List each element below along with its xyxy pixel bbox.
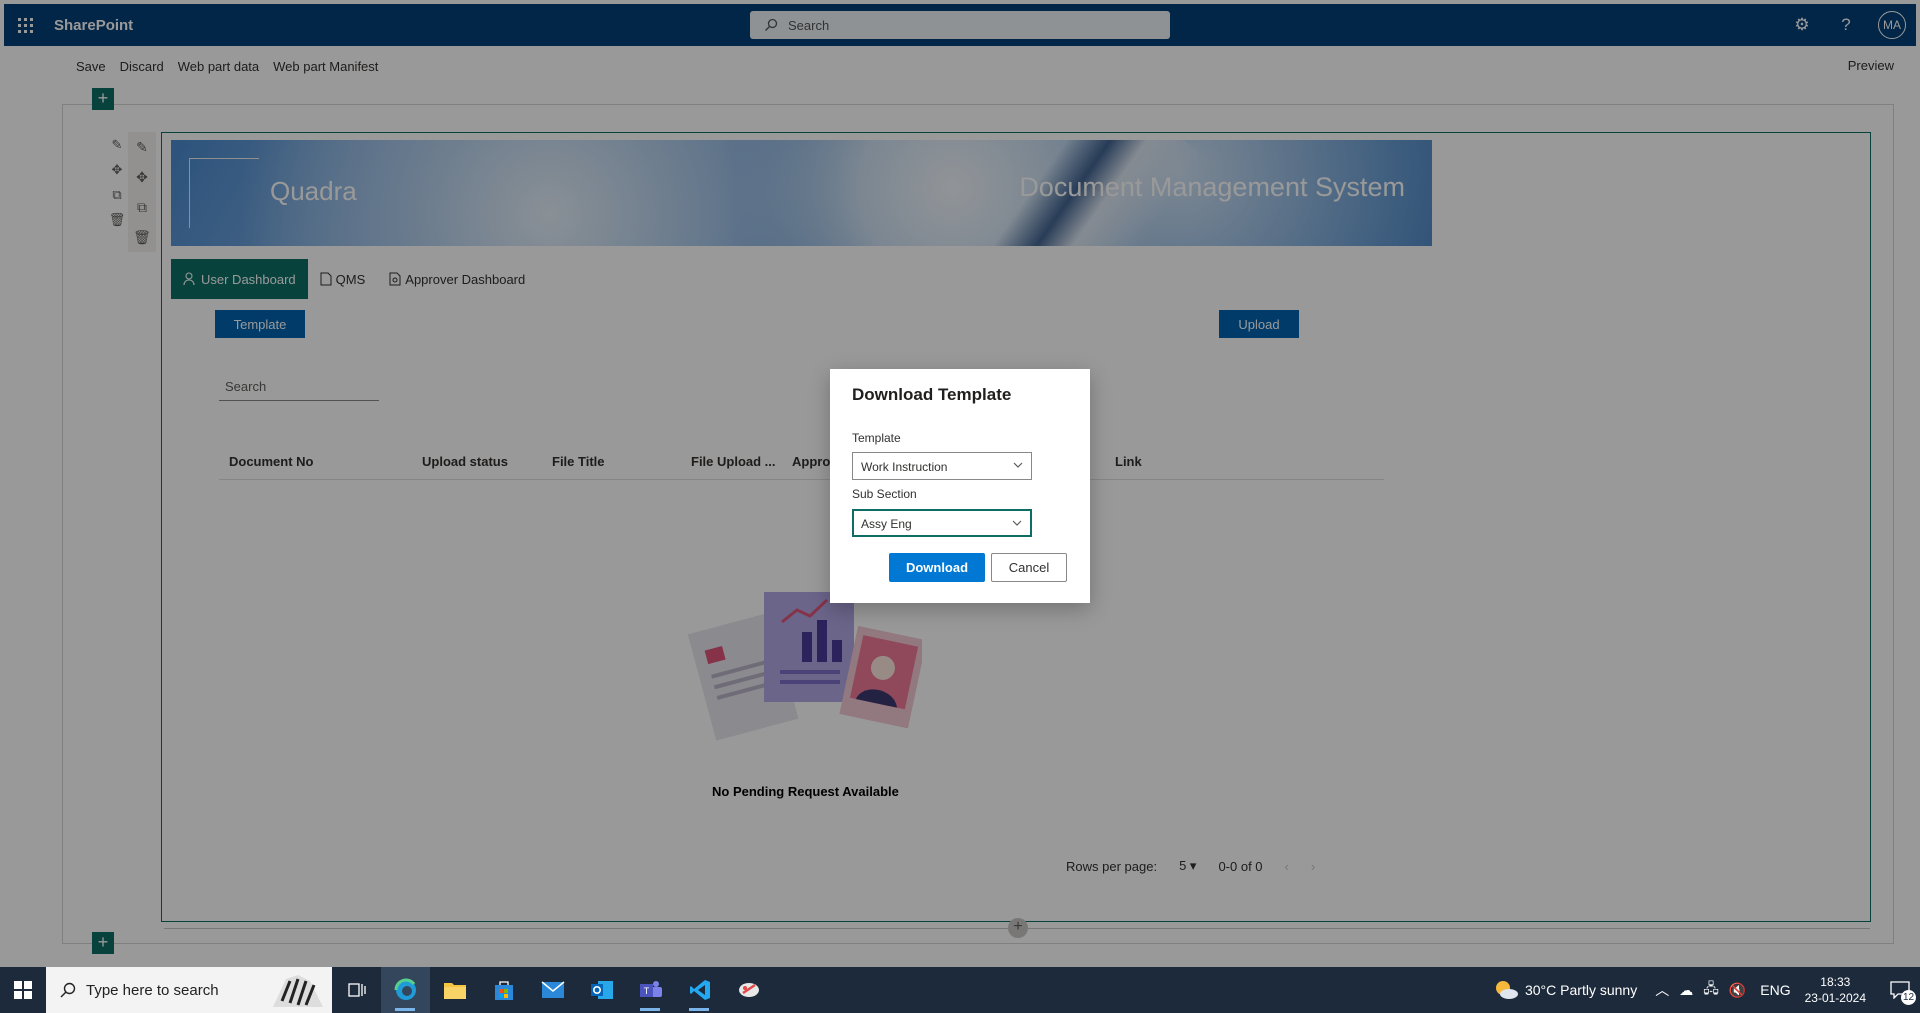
edge-browser-icon[interactable] [381,967,430,1013]
svg-text:T: T [643,986,649,996]
clock[interactable]: 18:33 23-01-2024 [1805,974,1866,1006]
weather-widget[interactable]: 30°C Partly sunny [1493,979,1637,1001]
mail-icon[interactable] [528,967,577,1013]
taskbar-search-text: Type here to search [86,981,219,999]
vscode-icon[interactable] [675,967,724,1013]
subsection-label: Sub Section [852,487,917,501]
windows-taskbar: Type here to search T 30°C Partly sunny … [0,967,1920,1013]
notification-badge: 12 [1901,990,1916,1005]
dialog-title: Download Template [852,385,1012,404]
network-icon[interactable]: 🖧 [1703,978,1719,1002]
cancel-button[interactable]: Cancel [991,553,1067,582]
notification-center-icon[interactable]: 12 [1880,967,1920,1013]
time: 18:33 [1820,975,1851,989]
taskbar-search-input[interactable]: Type here to search [46,967,332,1013]
subsection-dropdown-value: Assy Eng [861,517,912,531]
volume-muted-icon[interactable]: 🔇 [1729,982,1746,999]
template-dropdown[interactable]: Work Instruction [852,452,1032,480]
file-explorer-icon[interactable] [430,967,479,1013]
task-view-icon[interactable] [332,967,381,1013]
outlook-icon[interactable] [577,967,626,1013]
onedrive-cloud-icon[interactable]: ☁ [1679,982,1693,999]
sharepoint-window: SharePoint Search ⚙ ? MA Save Discard We… [0,0,1920,1013]
search-icon [60,982,76,998]
microsoft-store-icon[interactable] [479,967,528,1013]
template-label: Template [852,431,901,445]
system-tray: 30°C Partly sunny ︿ ☁ 🖧 🔇 ENG 18:33 23-0… [1493,967,1920,1013]
download-button[interactable]: Download [889,553,985,582]
teams-icon[interactable]: T [626,967,675,1013]
snipping-tool-icon[interactable] [724,967,773,1013]
date: 23-01-2024 [1804,991,1866,1005]
template-dropdown-value: Work Instruction [861,460,948,474]
windows-start-icon[interactable] [0,967,46,1013]
chevron-down-icon [1013,462,1023,468]
partly-sunny-icon [1495,981,1518,999]
language-indicator[interactable]: ENG [1760,982,1790,998]
download-template-dialog: Download Template Template Work Instruct… [830,369,1090,603]
subsection-dropdown[interactable]: Assy Eng [852,509,1032,537]
show-hidden-icons-chevron-icon[interactable]: ︿ [1655,980,1669,1000]
zebra-search-highlight-icon [273,975,323,1007]
weather-text: 30°C Partly sunny [1524,982,1638,998]
chevron-down-icon [1012,520,1022,526]
